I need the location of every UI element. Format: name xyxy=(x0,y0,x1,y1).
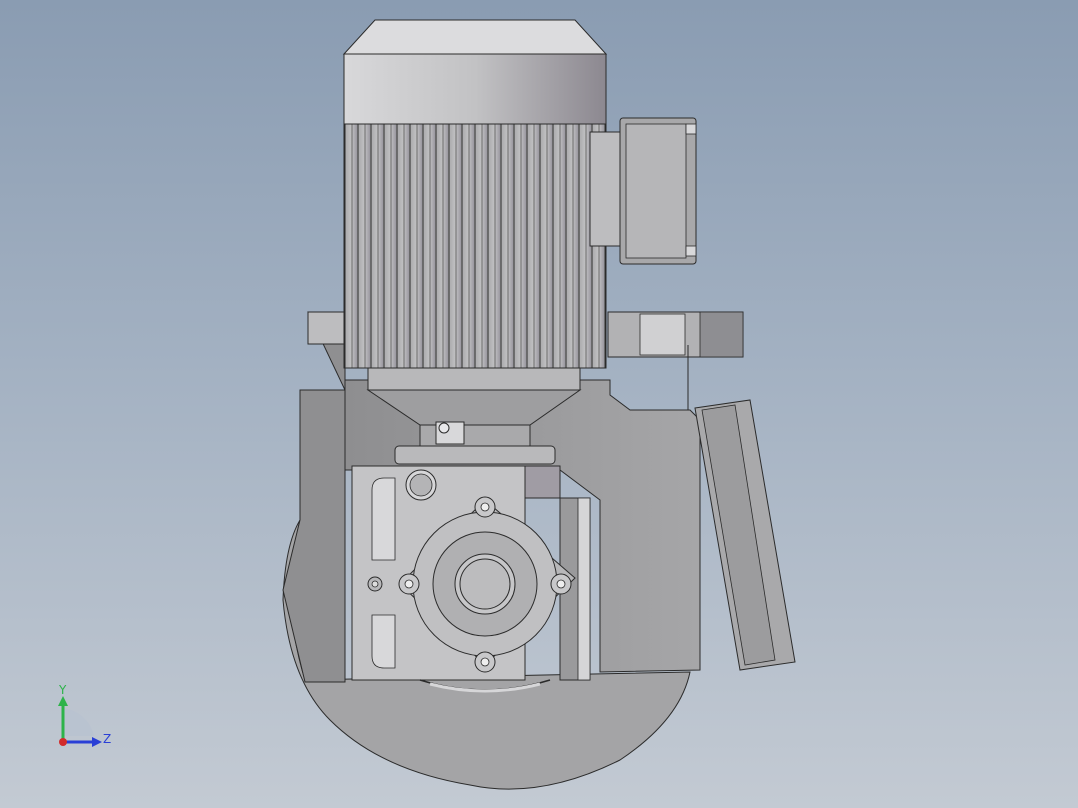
view-orientation-triad: Y Z xyxy=(50,683,120,748)
terminal-box xyxy=(619,117,697,265)
motor xyxy=(342,19,623,369)
breather-plug xyxy=(435,421,465,445)
gearmotor-model[interactable] xyxy=(0,0,1078,808)
y-axis-label: Y xyxy=(59,683,67,697)
cad-viewport[interactable]: Y Z xyxy=(0,0,1078,808)
z-axis-label: Z xyxy=(103,732,112,746)
